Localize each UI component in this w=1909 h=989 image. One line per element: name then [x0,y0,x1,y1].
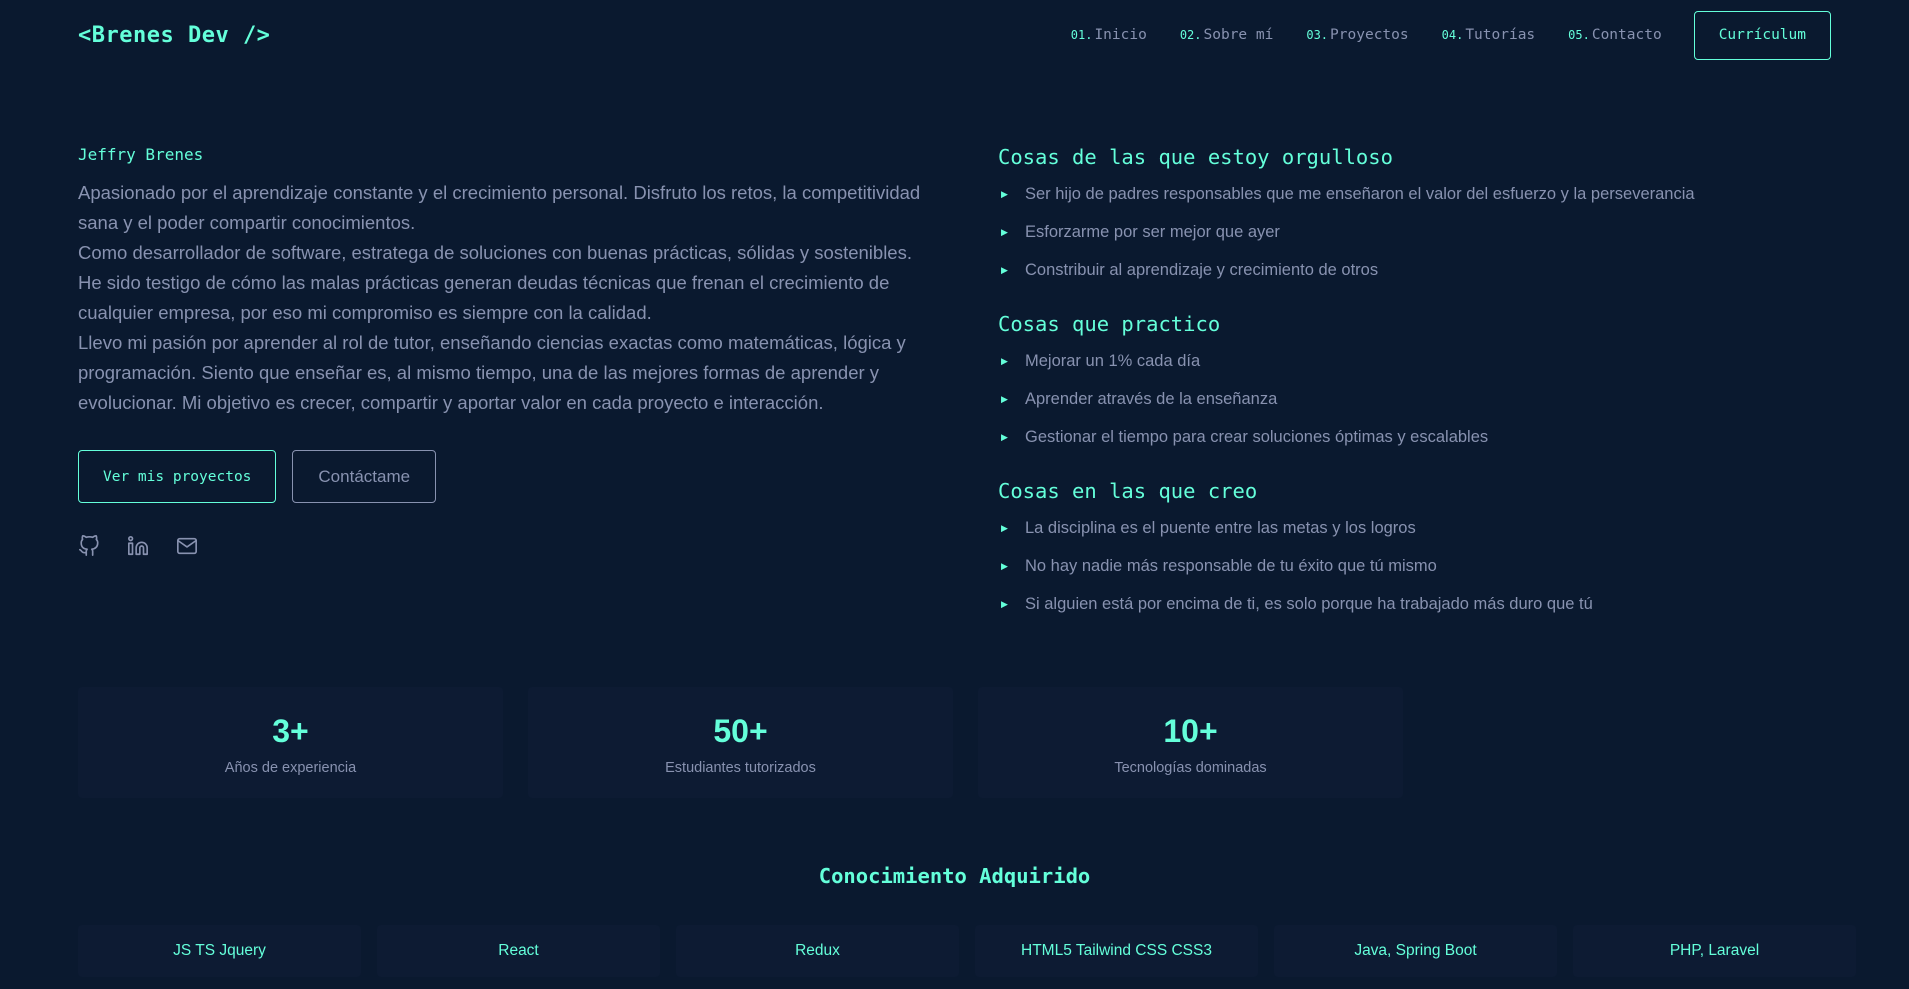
list-item: ▶ Aprender através de la enseñanza [998,380,1858,418]
nav-link-label: Proyectos [1330,27,1409,43]
group-title: Cosas que practico [998,312,1221,336]
list-item: ▶ La disciplina es el puente entre las me… [998,509,1858,547]
stat-value: 50+ [713,713,768,749]
nav-link-label: Sobre mí [1203,27,1274,43]
group-list: ▶ Ser hijo de padres responsables que me … [998,175,1858,289]
bio-paragraph: Llevo mi pasión por aprender al rol de t… [78,332,906,413]
triangle-bullet-icon: ▶ [1001,264,1008,275]
skill-card: JS TS Jquery [78,925,361,977]
top-navigation: <Brenes Dev /> 01. Inicio 02. Sobre mí 03.… [0,0,1909,70]
bio-paragraph: Como desarrollador de software, estrateg… [78,242,912,323]
values-group-proud: Cosas de las que estoy orgulloso ▶ Ser hi… [998,145,1858,289]
curriculum-button[interactable]: Currículum [1693,10,1831,60]
nav-link-number: 02. [1179,28,1202,42]
list-item-text: Aprender através de la enseñanza [1025,389,1278,408]
group-list: ▶ Mejorar un 1% cada día ▶ Aprender atravé… [998,342,1858,456]
nav-link-tutorias[interactable]: 04. Tutorías [1442,27,1536,43]
list-item: ▶ Mejorar un 1% cada día [998,342,1858,380]
skills-list: JS TS Jquery React Redux HTML5 Tailwind … [78,925,1856,977]
nav-link-number: 05. [1568,28,1590,42]
nav-link-number: 04. [1441,28,1464,42]
linkedin-icon[interactable] [127,535,149,557]
list-item-text: Constribuir al aprendizaje y crecimiento… [1025,260,1379,279]
triangle-bullet-icon: ▶ [1001,226,1008,237]
list-item-text: Esforzarme por ser mejor que ayer [1025,222,1280,241]
hero-buttons: Ver mis proyectos Contáctame [78,450,933,503]
skill-card: PHP, Laravel [1573,925,1856,977]
values-group-believe: Cosas en las que creo ▶ La disciplina es … [998,479,1858,623]
list-item-text: La disciplina es el puente entre las met… [1025,518,1416,537]
site-logo[interactable]: <Brenes Dev /> [78,23,270,48]
nav-links: 01. Inicio 02. Sobre mí 03. Proyectos 04. Tu… [1038,10,1831,60]
triangle-bullet-icon: ▶ [1001,393,1008,404]
hero-bio: Apasionado por el aprendizaje constante … [78,178,933,418]
group-title: Cosas en las que creo [998,479,1258,503]
stat-label: Años de experiencia [224,760,357,776]
view-projects-button[interactable]: Ver mis proyectos [78,450,277,503]
values-section: Cosas de las que estoy orgulloso ▶ Ser hi… [998,145,1858,646]
nav-link-number: 01. [1070,28,1093,42]
triangle-bullet-icon: ▶ [1001,188,1008,199]
skill-card: React [377,925,660,977]
list-item-text: Mejorar un 1% cada día [1025,351,1201,370]
bio-paragraph: Apasionado por el aprendizaje constante … [78,182,921,233]
triangle-bullet-icon: ▶ [1001,522,1008,533]
triangle-bullet-icon: ▶ [1001,355,1008,366]
stat-card: 10+ Tecnologías dominadas [978,687,1403,798]
skill-card: HTML5 Tailwind CSS CSS3 [975,925,1258,977]
stat-label: Tecnologías dominadas [1114,760,1267,776]
nav-link-sobre-mi[interactable]: 02. Sobre mí [1180,27,1274,43]
stat-label: Estudiantes tutorizados [665,760,816,776]
group-title: Cosas de las que estoy orgulloso [998,145,1393,169]
list-item-text: Ser hijo de padres responsables que me e… [1025,184,1695,203]
list-item: ▶ Esforzarme por ser mejor que ayer [998,213,1858,251]
skill-card: Java, Spring Boot [1274,925,1557,977]
skill-card: Redux [676,925,959,977]
mail-icon[interactable] [176,535,198,557]
nav-link-inicio[interactable]: 01. Inicio [1071,27,1147,43]
stat-value: 3+ [272,713,309,749]
social-links [78,535,933,557]
stat-value: 10+ [1163,713,1218,749]
triangle-bullet-icon: ▶ [1001,431,1008,442]
values-group-practice: Cosas que practico ▶ Mejorar un 1% cada d… [998,312,1858,456]
nav-link-contacto[interactable]: 05. Contacto [1568,27,1662,43]
github-icon[interactable] [78,535,100,557]
stats-section: 3+ Años de experiencia 50+ Estudiantes t… [78,687,1428,798]
list-item: ▶ Constribuir al aprendizaje y crecimient… [998,251,1858,289]
triangle-bullet-icon: ▶ [1001,560,1008,571]
list-item: ▶ Ser hijo de padres responsables que me … [998,175,1858,213]
hero-section: Jeffry Brenes Apasionado por el aprendiz… [78,145,933,557]
nav-link-number: 03. [1306,28,1329,42]
stat-card: 50+ Estudiantes tutorizados [528,687,953,798]
knowledge-title: Conocimiento Adquirido [818,864,1091,888]
list-item: ▶ Si alguien está por encima de ti, es so… [998,585,1858,623]
list-item: ▶ Gestionar el tiempo para crear solucion… [998,418,1858,456]
list-item-text: No hay nadie más responsable de tu éxito… [1025,556,1437,575]
list-item-text: Si alguien está por encima de ti, es sol… [1025,594,1593,613]
contact-button[interactable]: Contáctame [292,450,437,503]
stat-card: 3+ Años de experiencia [78,687,503,798]
group-list: ▶ La disciplina es el puente entre las me… [998,509,1858,623]
nav-link-label: Tutorías [1465,27,1536,43]
hero-name: Jeffry Brenes [78,145,204,164]
nav-link-label: Contacto [1591,27,1662,43]
triangle-bullet-icon: ▶ [1001,598,1008,609]
nav-link-label: Inicio [1094,27,1147,43]
nav-link-proyectos[interactable]: 03. Proyectos [1306,27,1408,43]
list-item-text: Gestionar el tiempo para crear solucione… [1025,427,1489,446]
list-item: ▶ No hay nadie más responsable de tu éxit… [998,547,1858,585]
